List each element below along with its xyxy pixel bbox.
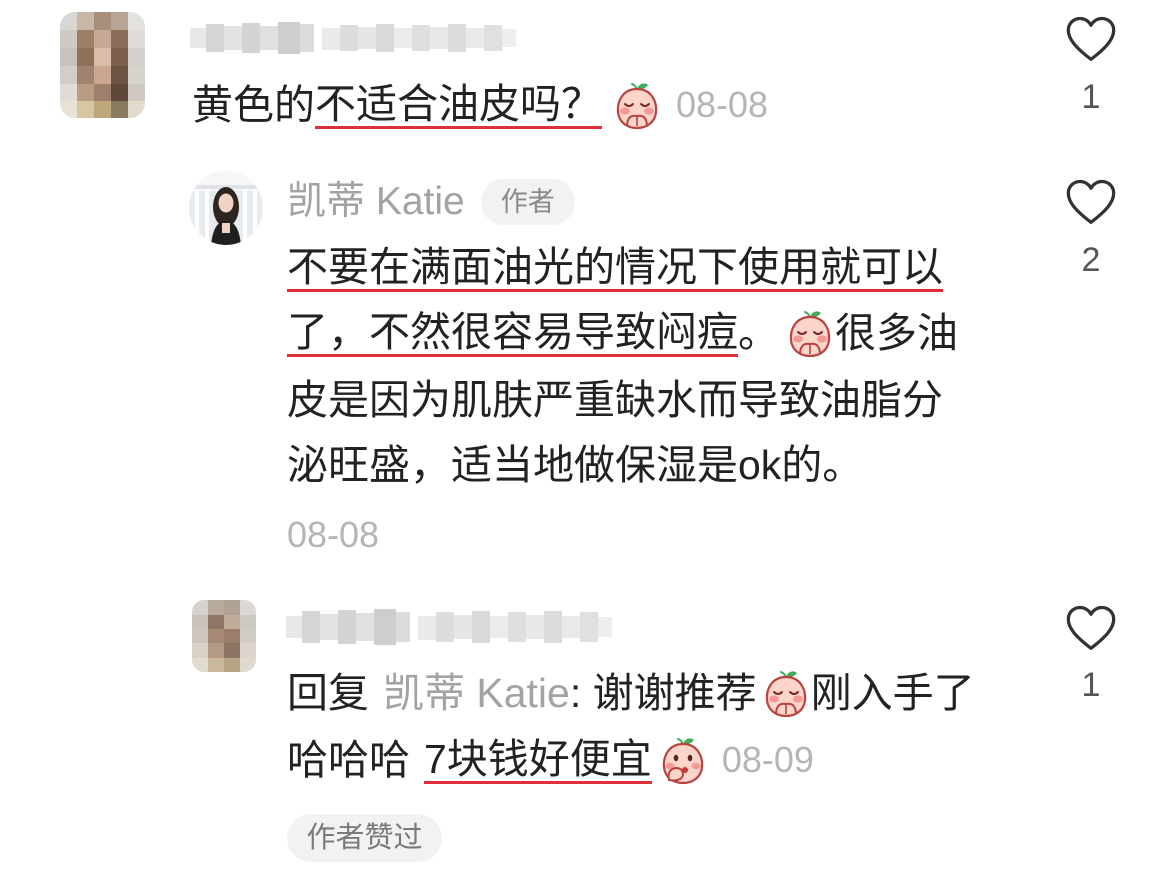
underlined-text: 了，不然很容易导致闷痘 <box>287 308 738 357</box>
author-avatar[interactable] <box>189 171 263 245</box>
heart-outline-icon[interactable] <box>1064 178 1118 226</box>
reply-text-line: 回复 凯蒂 Katie: 谢谢推荐 刚入手了 <box>287 665 975 721</box>
reply-text: 刚入手了 <box>810 670 975 716</box>
blurred-username[interactable] <box>190 20 516 56</box>
author-name[interactable]: 凯蒂 Katie <box>287 180 465 224</box>
reply-header: 凯蒂 Katie 作者 <box>287 174 575 230</box>
shy-peach-emoji-icon <box>761 668 811 718</box>
shy-peach-emoji-icon <box>785 308 835 358</box>
user-avatar[interactable] <box>60 12 145 118</box>
reply-text-line: 了，不然很容易导致闷痘。 很多油 <box>287 305 958 361</box>
covering-mouth-peach-emoji-icon <box>658 735 708 785</box>
underlined-text: 7块钱好便宜 <box>424 735 652 784</box>
reply-text: 泌旺盛，适当地做保湿是ok的。 <box>287 442 864 488</box>
reply-text: 很多油 <box>835 310 958 356</box>
like-count: 1 <box>1081 78 1101 116</box>
reply-text: 皮是因为肌肤严重缺水而导致油脂分 <box>287 377 943 423</box>
underlined-text: 不适合油皮吗？ <box>315 80 602 129</box>
reply-to-name[interactable]: 凯蒂 Katie <box>383 671 570 715</box>
comment-text: 黄色的 <box>192 82 315 128</box>
reply-prefix: 回复 <box>287 670 369 716</box>
shy-peach-emoji-icon <box>612 80 662 130</box>
reply-date: 08-08 <box>287 514 380 555</box>
comment-date: 08-08 <box>676 84 769 125</box>
reply-date: 08-09 <box>721 739 814 780</box>
reply-text-line: 不要在满面油光的情况下使用就可以 <box>287 240 943 296</box>
author-liked-badge: 作者赞过 <box>287 814 442 862</box>
reply-text-line: 皮是因为肌肤严重缺水而导致油脂分 <box>287 372 943 428</box>
reply-text: 哈哈哈 <box>287 737 410 783</box>
reply-text-line: 哈哈哈 7块钱好便宜 08-09 <box>287 732 814 788</box>
like-count: 2 <box>1081 241 1101 279</box>
reply-text: 。 <box>738 310 779 356</box>
user-avatar[interactable] <box>192 600 256 672</box>
reply-text-line: 泌旺盛，适当地做保湿是ok的。 <box>287 437 863 493</box>
heart-outline-icon[interactable] <box>1064 15 1118 63</box>
reply-text: : 谢谢推荐 <box>569 670 757 716</box>
reply-date-line: 08-08 <box>287 507 379 563</box>
like-count: 1 <box>1081 666 1101 704</box>
author-tag: 作者 <box>480 179 575 225</box>
comment-text-line: 黄色的 不适合油皮吗？ 08-08 <box>192 77 768 133</box>
blurred-username[interactable] <box>286 606 612 648</box>
heart-outline-icon[interactable] <box>1064 604 1118 652</box>
underlined-text: 不要在满面油光的情况下使用就可以 <box>287 243 943 292</box>
